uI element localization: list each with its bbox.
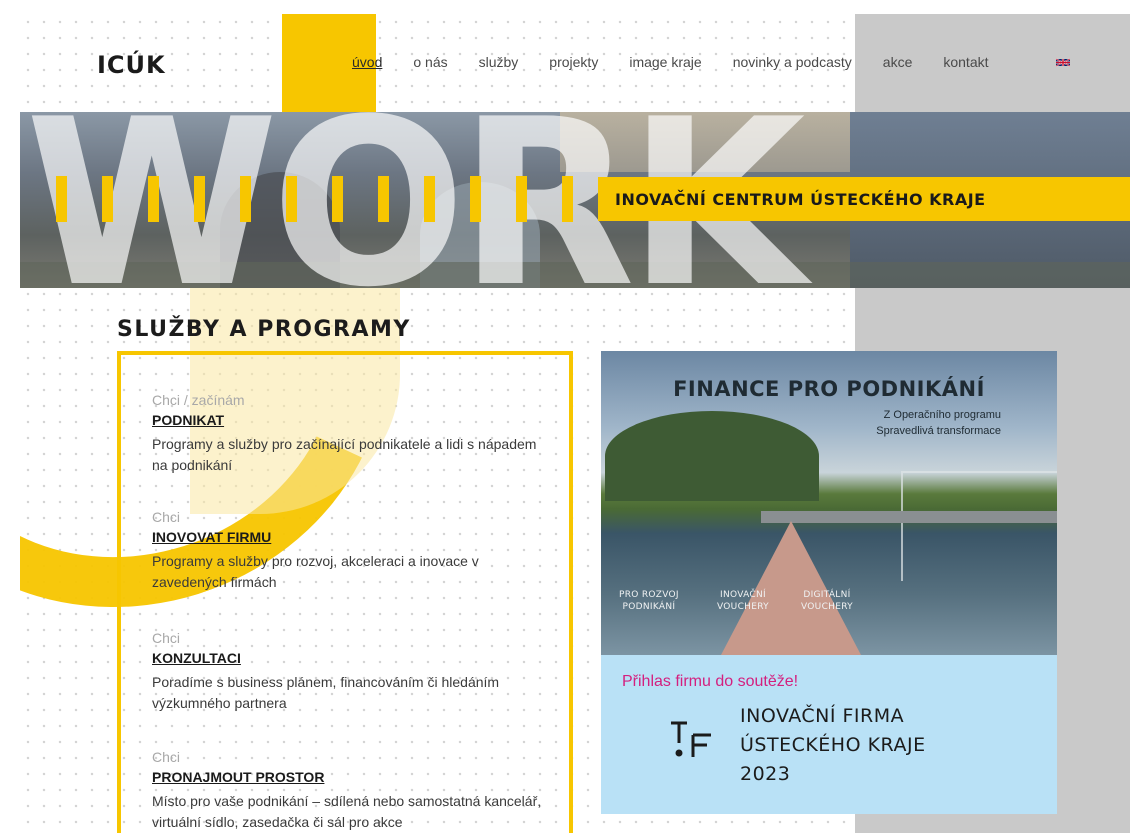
- hero-dash: [286, 176, 297, 222]
- nav-item-o-nas[interactable]: o nás: [413, 54, 447, 70]
- nav-item-kontakt[interactable]: kontakt: [943, 54, 988, 70]
- promo-hill: [605, 411, 819, 501]
- service-item: Chci / začínám PODNIKAT Programy a služb…: [152, 392, 547, 476]
- hero-dash: [562, 176, 573, 222]
- hero-dash: [194, 176, 205, 222]
- hero-dash: [424, 176, 435, 222]
- nav-item-novinky[interactable]: novinky a podcasty: [733, 54, 852, 70]
- hero-banner: WORK INOVAČNÍ CENTRUM ÚSTECKÉHO KRAJE: [20, 112, 1130, 288]
- service-desc: Poradíme s business plánem, financováním…: [152, 674, 500, 711]
- nav-item-sluzby[interactable]: služby: [479, 54, 519, 70]
- hero-dash: [470, 176, 481, 222]
- service-link-prostor[interactable]: PRONAJMOUT PROSTOR: [152, 769, 324, 785]
- service-item: Chci INOVOVAT FIRMU Programy a služby pr…: [152, 509, 547, 593]
- service-pre: Chci: [152, 630, 181, 646]
- promo-card[interactable]: FINANCE PRO PODNIKÁNÍ Z Operačního progr…: [601, 351, 1057, 814]
- services-title: SLUŽBY A PROGRAMY: [117, 317, 411, 342]
- service-item: Chci PRONAJMOUT PROSTOR Místo pro vaše p…: [152, 749, 547, 833]
- promo-label: PRO ROZVOJ PODNIKÁNÍ: [619, 589, 679, 613]
- promo-subtitle-line: Z Operačního programu: [883, 409, 1001, 421]
- competition-title-line: INOVAČNÍ FIRMA: [740, 705, 905, 727]
- service-desc: Místo pro vaše podnikání – sdílená nebo …: [152, 793, 542, 830]
- promo-label: INOVAČNÍ VOUCHERY: [717, 589, 769, 613]
- service-item: Chci KONZULTACI Poradíme s business plán…: [152, 630, 547, 714]
- hero-dash: [240, 176, 251, 222]
- service-pre: Chci: [152, 749, 181, 765]
- promo-image: FINANCE PRO PODNIKÁNÍ Z Operačního progr…: [601, 351, 1057, 655]
- hero-title: INOVAČNÍ CENTRUM ÚSTECKÉHO KRAJE: [598, 177, 1130, 221]
- service-desc: Programy a služby pro rozvoj, akceleraci…: [152, 553, 479, 590]
- promo-label-line: VOUCHERY: [717, 602, 769, 612]
- nav-item-projekty[interactable]: projekty: [549, 54, 598, 70]
- promo-subtitle: Z Operačního programu Spravedlivá transf…: [876, 407, 1001, 439]
- nav-item-image-kraje[interactable]: image kraje: [629, 54, 701, 70]
- hero-dash: [102, 176, 113, 222]
- hero-dash: [332, 176, 343, 222]
- main-nav: úvod o nás služby projekty image kraje n…: [352, 54, 1020, 70]
- service-pre: Chci / začínám: [152, 392, 245, 408]
- service-link-inovovat[interactable]: INOVOVAT FIRMU: [152, 529, 271, 545]
- promo-title: FINANCE PRO PODNIKÁNÍ: [673, 377, 985, 401]
- promo-label-line: PODNIKÁNÍ: [622, 602, 676, 612]
- competition-year: 2023: [740, 763, 791, 785]
- service-link-konzultace[interactable]: KONZULTACI: [152, 650, 241, 666]
- competition-title-line: ÚSTECKÉHO KRAJE: [740, 734, 926, 756]
- site-logo[interactable]: ICÚK: [97, 51, 166, 79]
- promo-railing: [901, 471, 1057, 581]
- competition-cta[interactable]: Přihlas firmu do soutěže!: [622, 673, 798, 691]
- promo-label-line: DIGITÁLNÍ: [803, 590, 851, 600]
- hero-dash: [516, 176, 527, 222]
- page: ICÚK úvod o nás služby projekty image kr…: [20, 14, 1130, 833]
- uk-flag-icon[interactable]: [1056, 58, 1070, 67]
- promo-label-line: PRO ROZVOJ: [619, 590, 679, 600]
- hero-dash: [56, 176, 67, 222]
- promo-competition[interactable]: Přihlas firmu do soutěže! INOVAČNÍ FIRMA…: [601, 655, 1057, 814]
- service-link-podnikat[interactable]: PODNIKAT: [152, 412, 224, 428]
- hero-dash: [148, 176, 159, 222]
- service-pre: Chci: [152, 509, 181, 525]
- promo-label-line: VOUCHERY: [801, 602, 853, 612]
- if-logo-icon: [671, 721, 711, 757]
- hero-dash: [378, 176, 389, 222]
- promo-pier: [721, 521, 861, 655]
- promo-label: DIGITÁLNÍ VOUCHERY: [801, 589, 853, 613]
- service-desc: Programy a služby pro začínající podnika…: [152, 436, 537, 473]
- services-box: Chci / začínám PODNIKAT Programy a služb…: [117, 351, 573, 833]
- promo-subtitle-line: Spravedlivá transformace: [876, 425, 1001, 437]
- nav-item-akce[interactable]: akce: [883, 54, 913, 70]
- promo-label-line: INOVAČNÍ: [720, 590, 766, 600]
- nav-item-uvod[interactable]: úvod: [352, 54, 382, 70]
